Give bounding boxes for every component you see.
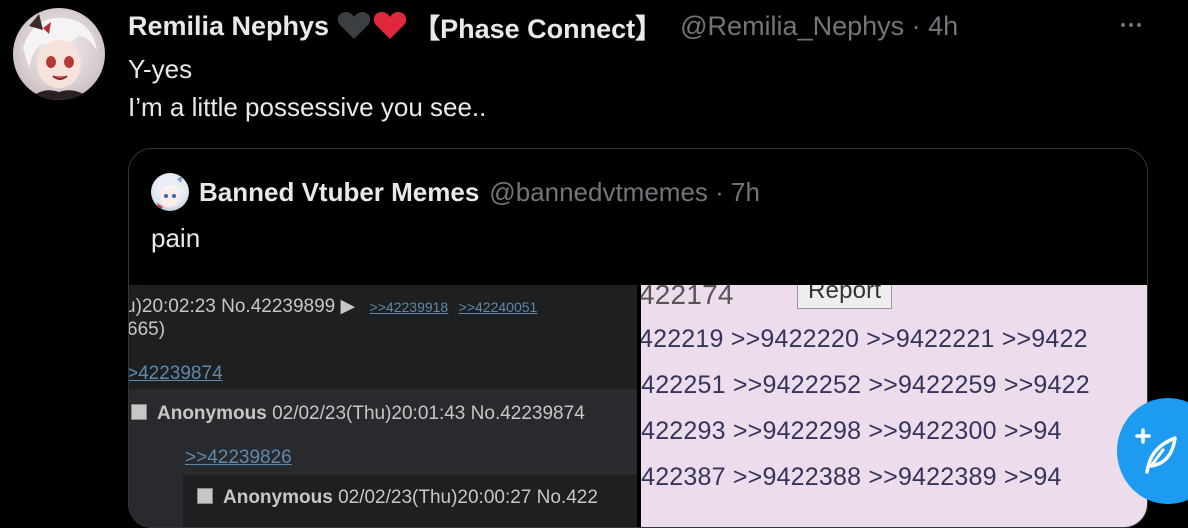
report-button: Report [797,285,893,309]
board-post-number-text: 422174 [641,285,734,310]
quoted-avatar-image [155,175,185,211]
red-heart-icon [373,12,407,39]
quoted-handle-time: @bannedvtmemes · 7h [489,176,760,207]
forum-nested-reply-line: Anonymous 02/02/23(Thu)20:00:27 No.422 [197,487,598,509]
compose-feather-icon [1135,428,1177,474]
tweet-header: Remilia Nephys 【Phase Connect】 @Remilia_… [128,8,958,44]
forum-quotelink: >>42239826 [185,447,292,468]
board-reply-row: 9422387 >>9422388 >>9422389 >>94 [641,463,1062,491]
author-affiliation: 【Phase Connect】 [413,13,663,44]
author-emoji-group [337,11,407,41]
board-reply-row: 9422293 >>9422298 >>9422300 >>94 [641,417,1062,445]
author-name[interactable]: Remilia Nephys [128,11,329,42]
checkbox-icon [131,404,147,420]
forum-backlink: >>42240051 [458,299,538,315]
quoted-header: Banned Vtuber Memes @bannedvtmemes · 7h [199,173,760,211]
board-reply-row: 422219 >>9422220 >>9422221 >>9422 [641,325,1088,353]
forum-quotelink: >42239874 [129,363,223,384]
tweet-text-line: Y-yes [128,54,193,84]
media-image-right[interactable]: 422174 Report 422219 >>9422220 >>9422221… [641,285,1147,527]
forum-post-line: u)20:02:23 No.42239899 ▶ >>42239918 >>42… [129,295,537,318]
forum-post-meta: u)20:02:23 No.42239899 ▶ [129,296,356,317]
quoted-media[interactable]: u)20:02:23 No.42239899 ▶ >>42239918 >>42… [129,285,1147,527]
avatar-image [23,14,97,100]
quoted-tweet[interactable]: Banned Vtuber Memes @bannedvtmemes · 7h … [128,148,1148,528]
forum-reply-name: Anonymous [157,403,267,424]
checkbox-icon [197,488,213,504]
tweet-text-line: I’m a little possessive you see.. [128,92,487,122]
board-post-number: 422174 Report [641,285,893,311]
quoted-text: pain [151,223,201,253]
forum-reply-line: Anonymous 02/02/23(Thu)20:01:43 No.42239… [131,403,585,425]
forum-reply-name: Anonymous [223,487,333,508]
forum-reply-meta: 02/02/23(Thu)20:01:43 No.42239874 [272,403,585,424]
tweet-text: Y-yes I’m a little possessive you see.. [128,50,486,126]
black-heart-icon [337,12,371,39]
forum-post-line2: 665) [129,319,166,340]
forum-reply-meta: 02/02/23(Thu)20:00:27 No.422 [338,487,598,508]
board-reply-row: 9422251 >>9422252 >>9422259 >>9422 [641,371,1090,399]
more-icon[interactable] [1116,14,1146,36]
quoted-author-avatar [151,173,189,211]
author-avatar[interactable] [13,8,105,100]
forum-backlink: >>42239918 [369,299,449,315]
author-handle-time[interactable]: @Remilia_Nephys · 4h [680,11,958,42]
media-image-left[interactable]: u)20:02:23 No.42239899 ▶ >>42239918 >>42… [129,285,637,527]
quoted-author-name: Banned Vtuber Memes [199,176,480,207]
